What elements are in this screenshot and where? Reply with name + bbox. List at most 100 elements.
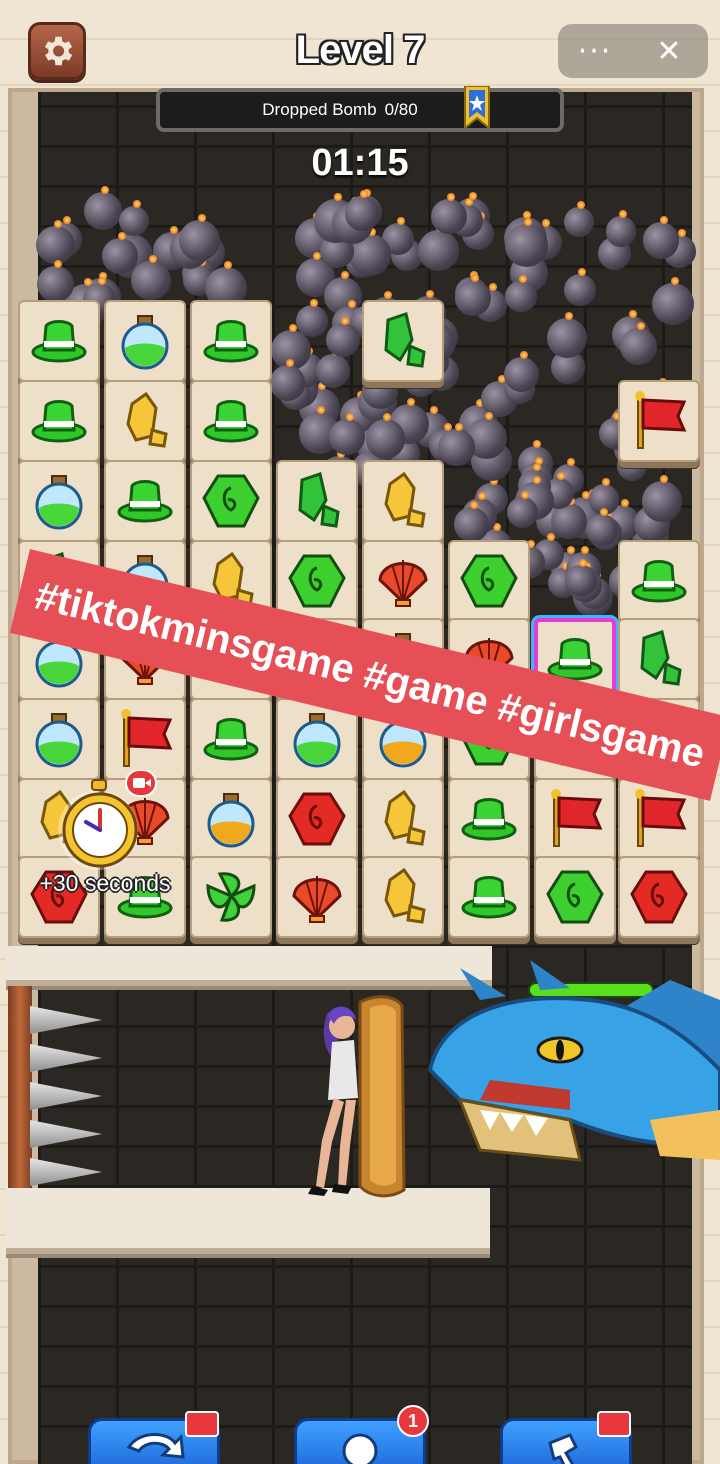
tile-gold[interactable] <box>104 380 186 462</box>
tile-hat[interactable] <box>18 380 100 462</box>
tile-red-gem[interactable] <box>276 778 358 860</box>
hint-count-badge: 1 <box>397 1405 429 1437</box>
gold-icon <box>384 789 426 846</box>
settings-button[interactable] <box>28 22 86 80</box>
tile-leaf[interactable] <box>190 856 272 938</box>
progress-label: Dropped Bomb <box>262 100 377 119</box>
green-gem-icon <box>546 870 604 924</box>
tile-hat[interactable] <box>618 540 700 622</box>
bomb <box>101 231 138 274</box>
bomb <box>643 216 680 259</box>
potion-green-icon <box>121 315 169 370</box>
hint-button[interactable]: 1 <box>294 1405 429 1464</box>
bomb <box>37 259 74 302</box>
girl-with-shield <box>308 995 406 1198</box>
flag-icon <box>635 789 687 847</box>
tile-potion-green[interactable] <box>18 698 100 780</box>
shuffle-button[interactable] <box>88 1411 220 1464</box>
bomb <box>641 475 683 522</box>
tile-shell[interactable] <box>362 540 444 622</box>
tile-potion-green[interactable] <box>18 460 100 542</box>
tile-hat[interactable] <box>448 778 530 860</box>
hat-icon <box>461 798 517 841</box>
tile-hat[interactable] <box>190 698 272 780</box>
stopwatch-icon[interactable] <box>48 770 158 880</box>
tile-green-gem[interactable] <box>534 856 616 938</box>
red-gem-icon <box>288 792 346 846</box>
tile-hat[interactable] <box>104 460 186 542</box>
bomb <box>431 192 467 235</box>
bomb <box>455 274 491 316</box>
gold-icon <box>384 867 426 924</box>
bomb <box>504 217 548 267</box>
close-icon[interactable]: ✕ <box>632 24 706 78</box>
tile-hat[interactable] <box>190 380 272 462</box>
tile-emerald[interactable] <box>362 300 444 382</box>
potion-green-icon <box>35 475 83 530</box>
flag-icon <box>635 391 687 449</box>
tile-flag[interactable] <box>618 380 700 462</box>
tile-hat[interactable] <box>190 300 272 382</box>
emerald-icon <box>384 312 426 368</box>
tile-potion-green[interactable] <box>104 300 186 382</box>
tile-emerald[interactable] <box>276 460 358 542</box>
tile-gold[interactable] <box>362 856 444 938</box>
bomb <box>563 268 596 307</box>
hat-icon <box>203 320 259 363</box>
hat-icon <box>631 560 687 603</box>
tile-green-gem[interactable] <box>448 540 530 622</box>
dragon <box>427 960 720 1162</box>
countdown-timer: 01:15 <box>311 142 409 184</box>
bomb <box>270 359 306 401</box>
potion-green-icon <box>35 713 83 768</box>
bomb <box>316 347 351 388</box>
bomb <box>36 219 75 265</box>
spike-wall <box>8 986 32 1214</box>
hat-icon <box>461 876 517 919</box>
bomb <box>365 413 405 459</box>
green-gem-icon <box>202 474 260 528</box>
hat-icon <box>203 400 259 443</box>
red-gem-icon <box>630 870 688 924</box>
tile-red-gem[interactable] <box>618 856 700 938</box>
bomb <box>130 254 171 301</box>
flag-icon <box>121 709 173 767</box>
tile-green-gem[interactable] <box>190 460 272 542</box>
flag-icon <box>551 789 603 847</box>
tile-flag[interactable] <box>534 778 616 860</box>
tile-shell[interactable] <box>276 856 358 938</box>
tile-flag[interactable] <box>104 698 186 780</box>
more-dots-icon[interactable]: ··· <box>558 24 632 78</box>
miniapp-capsule: ··· ✕ <box>558 24 708 78</box>
shuffle-icon <box>126 1433 185 1459</box>
tile-gold[interactable] <box>362 460 444 542</box>
green-gem-icon <box>460 554 518 608</box>
tile-green-gem[interactable] <box>276 540 358 622</box>
gear-icon <box>44 36 73 66</box>
bomb <box>503 350 539 392</box>
shell-icon <box>378 560 428 607</box>
tile-emerald[interactable] <box>618 618 700 700</box>
potion-green-icon <box>293 713 341 768</box>
hint-bulb-icon <box>342 1433 378 1464</box>
tile-hat[interactable] <box>18 300 100 382</box>
bomb <box>619 321 658 366</box>
bomb <box>329 412 366 455</box>
emerald-icon <box>298 472 340 528</box>
bomb <box>438 423 475 466</box>
video-ad-icon <box>597 1411 631 1437</box>
bomb <box>565 558 597 597</box>
level-title: Level 7 <box>295 28 426 72</box>
hammer-button[interactable] <box>500 1411 632 1464</box>
bomb <box>417 224 459 271</box>
bomb <box>325 317 360 358</box>
tile-hat[interactable] <box>448 856 530 938</box>
bomb <box>605 210 636 247</box>
hat-icon <box>31 400 87 443</box>
video-ad-icon <box>185 1411 219 1437</box>
gold-icon <box>384 471 426 528</box>
tile-gold[interactable] <box>362 778 444 860</box>
tile-potion-orange[interactable] <box>190 778 272 860</box>
bomb <box>505 275 537 313</box>
gold-icon <box>126 391 168 448</box>
